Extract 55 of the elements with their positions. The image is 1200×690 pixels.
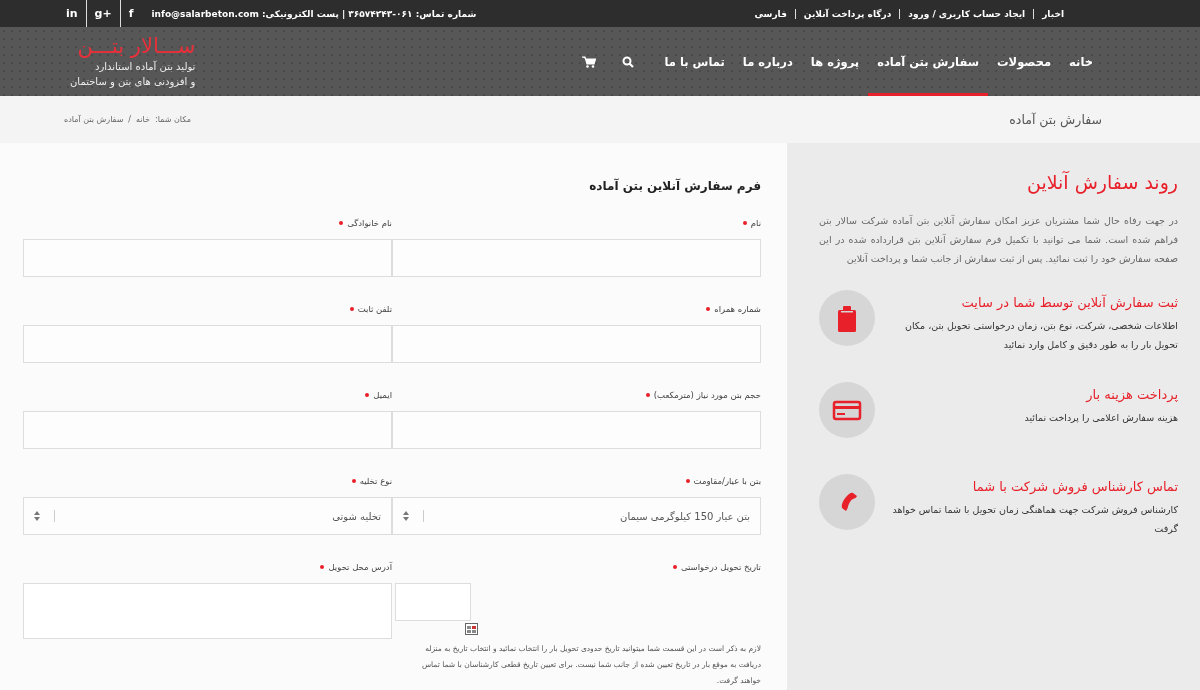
field-label: تاریخ تحویل درخواستی (680, 562, 761, 572)
select-field[interactable]: بتن عیار 150 کیلوگرمی سیمان (392, 497, 761, 535)
top-link[interactable]: ایجاد حساب کاربری / ورود (900, 8, 1034, 19)
intro-paragraph: در جهت رفاه حال شما مشتریان عزیز امکان سفارش آنلاین بتن آماده شرکت سالار بتن فراهم شده است. شما می توانید با تکمیل فرم سفارش آنلاین بتن قرارداده شده در این صفحه سفارش خود را ثبت نمائید. پس از ثبت سفارش از جانب شما و پرداخت آنلاین (819, 214, 1178, 266)
field-label: تلفن ثابت (357, 304, 392, 314)
input-field[interactable] (23, 239, 392, 277)
field-label: بتن با عیار/مقاومت (693, 476, 761, 486)
search-icon[interactable] (621, 55, 634, 68)
form-title: فرم سفارش آنلاین بتن آماده (588, 179, 761, 193)
field-label: نوع تخلیه (359, 476, 392, 486)
updown-icon (403, 511, 409, 521)
logo-tagline: و افزودنی های بتن و ساختمان (70, 75, 196, 89)
input-field[interactable] (23, 411, 392, 449)
step-title: تماس کارشناس فروش شرکت با شما (971, 479, 1178, 494)
field-label: نام (750, 218, 761, 228)
phone-icon (819, 474, 875, 530)
cart-icon[interactable] (581, 55, 596, 68)
breadcrumb-current: سفارش بتن آماده (64, 115, 124, 124)
logo-tagline: تولید بتن آماده استاندارد (95, 59, 196, 74)
address-field[interactable] (23, 583, 392, 639)
contact-info: شماره تماس: ۰۶۱-۳۶۵۷۴۲۴۳ | پست الکترونیکی: info@salarbeton.com (151, 8, 477, 19)
nav-tab[interactable]: درباره ما (733, 30, 802, 96)
field-label: حجم بتن مورد نیاز (مترمکعب) (653, 390, 761, 400)
input-field[interactable] (392, 325, 761, 363)
top-link[interactable]: درگاه پرداخت آنلاین (795, 8, 900, 19)
input-field[interactable] (392, 411, 761, 449)
page-title: سفارش بتن آماده (1009, 112, 1102, 127)
breadcrumb-separator: / (128, 115, 132, 124)
nav-tab[interactable]: تماس با ما (655, 30, 734, 96)
top-link[interactable]: فارسی (746, 8, 795, 19)
field-label: آدرس محل تحویل (328, 562, 392, 572)
step-description: اطلاعات شخصی، شرکت، نوع بتن، زمان درخواستی تحویل بتن، مکان تحویل بار را به طور دقیق و کامل وارد نمائید (903, 319, 1178, 352)
date-field[interactable] (395, 583, 471, 621)
step-title: ثبت سفارش آنلاین توسط شما در سایت (960, 295, 1178, 310)
field-label: نام خانوادگی (347, 218, 392, 228)
step-description: هزینه سفارش اعلامی را پرداخت نمائید (1023, 411, 1178, 425)
input-field[interactable] (23, 325, 392, 363)
nav-tab[interactable]: محصولات (988, 30, 1061, 96)
clipboard-icon (819, 290, 875, 346)
nav-tab[interactable]: پروژه ها (801, 30, 869, 96)
step-title: پرداخت هزینه بار (1084, 387, 1178, 402)
updown-icon (34, 511, 40, 521)
credit-card-icon (819, 382, 875, 438)
breadcrumb-link[interactable]: خانه (136, 115, 150, 124)
input-field[interactable] (392, 239, 761, 277)
step-description: کارشناس فروش شرکت جهت هماهنگی زمان تحویل با شما تماس خواهد گرفت (891, 503, 1178, 536)
field-label: ایمیل (373, 390, 392, 400)
calendar-icon[interactable] (465, 623, 478, 635)
sidebar-title: روند سفارش آنلاین (1025, 171, 1178, 193)
field-label: شماره همراه (714, 304, 761, 314)
nav-tab[interactable]: خانه (1060, 30, 1102, 96)
top-link[interactable]: اخبار (1034, 8, 1072, 19)
social-link[interactable]: in (58, 0, 86, 27)
breadcrumb-label: مکان شما: (154, 115, 191, 124)
select-field[interactable]: تخلیه شوتی (23, 497, 392, 535)
